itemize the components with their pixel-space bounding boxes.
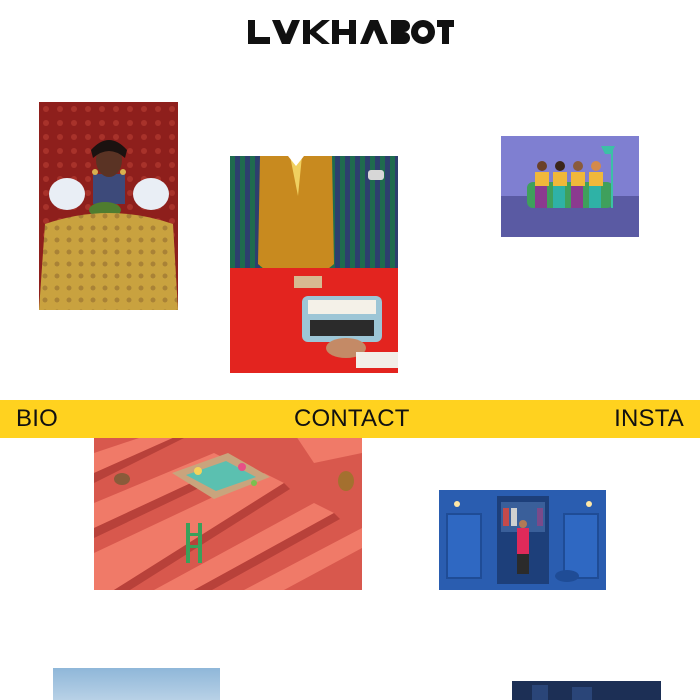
logo-wordmark [248, 20, 454, 44]
gallery-photo-blue-wardrobe[interactable] [439, 490, 606, 590]
nav-bio-link[interactable]: BIO [16, 406, 58, 432]
gallery-photo-group-on-sofa[interactable] [501, 136, 639, 237]
nav-contact-link[interactable]: CONTACT [294, 406, 410, 432]
gallery-photo-dark-blue[interactable] [512, 681, 661, 700]
site-logo[interactable] [248, 18, 454, 46]
gallery-photo-woman-ruffles[interactable] [39, 102, 178, 310]
nav-insta-link[interactable]: INSTA [614, 406, 684, 432]
gallery-photo-sky[interactable] [53, 668, 220, 700]
gallery-photo-red-maze[interactable] [94, 433, 362, 590]
main-nav-bar: BIO CONTACT INSTA [0, 400, 700, 438]
gallery-photo-mustard-suit-typewriter[interactable] [230, 156, 398, 373]
